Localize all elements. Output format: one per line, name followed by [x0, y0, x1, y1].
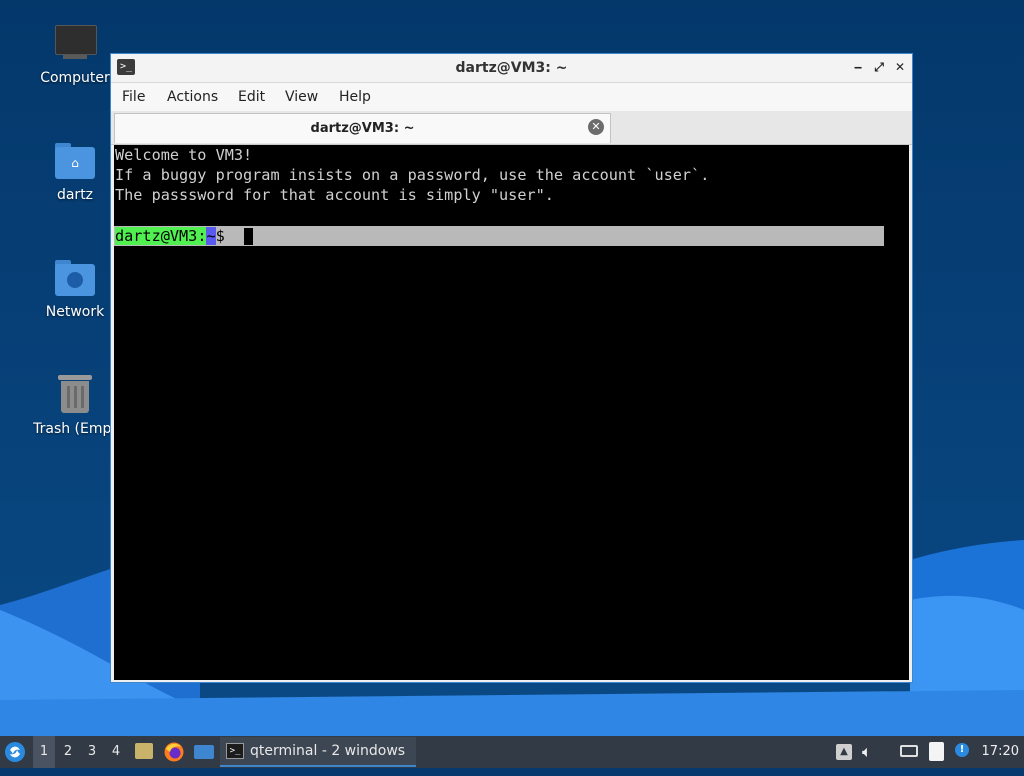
- terminal-window[interactable]: >_ dartz@VM3: ~ ‒ ⤢ ✕ File Actions Edit …: [110, 53, 913, 683]
- prompt-user: dartz: [115, 227, 161, 245]
- desktop-icon-label: Computer: [40, 70, 110, 86]
- network-tray-button[interactable]: [898, 736, 920, 768]
- menu-file[interactable]: File: [122, 89, 145, 105]
- command-line[interactable]: dartz@VM3:~$: [114, 226, 884, 246]
- prompt-dollar: $: [215, 227, 225, 245]
- firefox-launcher[interactable]: [163, 736, 185, 768]
- clock[interactable]: 17:20: [982, 736, 1019, 768]
- prompt-at: @: [160, 227, 170, 245]
- tray-expand-button[interactable]: ▲: [834, 736, 854, 768]
- desktop-icon-trash[interactable]: Trash (Empt: [27, 373, 123, 437]
- tab-close-icon[interactable]: ✕: [588, 119, 604, 135]
- menu-actions[interactable]: Actions: [167, 89, 218, 105]
- volume-tray-button[interactable]: 🔈︎: [862, 736, 884, 768]
- desktop-icon-label: dartz: [56, 187, 94, 203]
- desktop-icon-home-folder[interactable]: ⌂ dartz: [27, 139, 123, 203]
- window-title: dartz@VM3: ~: [455, 60, 568, 76]
- lxqt-menu-icon: [5, 742, 25, 762]
- clipboard-icon: [929, 742, 944, 761]
- home-folder-icon: ⌂: [53, 139, 97, 183]
- tray-up-arrow-icon: ▲: [836, 744, 852, 760]
- workspace-4[interactable]: 4: [105, 736, 127, 768]
- update-notifier-tray-button[interactable]: !: [952, 736, 974, 768]
- menu-edit[interactable]: Edit: [238, 89, 265, 105]
- file-manager-icon: [135, 743, 153, 759]
- volume-icon: 🔈︎: [862, 742, 872, 761]
- network-folder-icon: [53, 256, 97, 300]
- firefox-icon: [164, 742, 184, 762]
- tab-title: dartz@VM3: ~: [310, 121, 415, 136]
- desktop-icon-label: Trash (Empt: [33, 421, 117, 437]
- menu-bar: File Actions Edit View Help: [111, 83, 912, 111]
- terminal-output[interactable]: Welcome to VM3! If a buggy program insis…: [114, 145, 909, 680]
- terminal-line: If a buggy program insists on a password…: [115, 166, 710, 184]
- trash-icon: [53, 373, 97, 417]
- prompt-path: ~: [206, 227, 216, 245]
- menu-help[interactable]: Help: [339, 89, 371, 105]
- shell-prompt: dartz@VM3:~$: [115, 226, 225, 246]
- start-menu-button[interactable]: [4, 736, 28, 768]
- taskbar: 1 2 3 4 >_ qterminal - 2 windows ▲ 🔈︎ ! …: [0, 736, 1024, 768]
- close-button[interactable]: ✕: [892, 59, 908, 75]
- tab-bar: dartz@VM3: ~ ✕: [111, 111, 912, 145]
- workspace-3[interactable]: 3: [81, 736, 103, 768]
- workspace-2[interactable]: 2: [57, 736, 79, 768]
- computer-icon: [53, 22, 97, 66]
- terminal-icon: >_: [226, 743, 244, 759]
- workspace-1[interactable]: 1: [33, 736, 55, 768]
- desktop-icon-network[interactable]: Network: [27, 256, 123, 320]
- terminal-line: Welcome to VM3!: [115, 146, 253, 164]
- desktop-icon-label: Network: [45, 304, 105, 320]
- tab-terminal[interactable]: dartz@VM3: ~ ✕: [114, 113, 611, 143]
- text-cursor: [244, 228, 253, 245]
- taskbar-task-qterminal[interactable]: >_ qterminal - 2 windows: [220, 737, 416, 767]
- clipboard-tray-button[interactable]: [926, 736, 948, 768]
- show-desktop-icon: [194, 745, 214, 759]
- network-icon: [900, 745, 918, 757]
- maximize-button[interactable]: ⤢: [871, 59, 887, 75]
- terminal-line: The passsword for that account is simply…: [115, 186, 554, 204]
- menu-view[interactable]: View: [285, 89, 318, 105]
- file-manager-launcher[interactable]: [133, 736, 155, 768]
- update-notifier-icon: !: [955, 743, 969, 757]
- window-titlebar[interactable]: >_ dartz@VM3: ~ ‒ ⤢ ✕: [111, 54, 912, 83]
- prompt-host: VM3: [169, 227, 198, 245]
- show-desktop-launcher[interactable]: [193, 736, 215, 768]
- task-label: qterminal - 2 windows: [250, 743, 406, 759]
- desktop-icon-computer[interactable]: Computer: [27, 22, 123, 86]
- minimize-button[interactable]: ‒: [850, 59, 866, 75]
